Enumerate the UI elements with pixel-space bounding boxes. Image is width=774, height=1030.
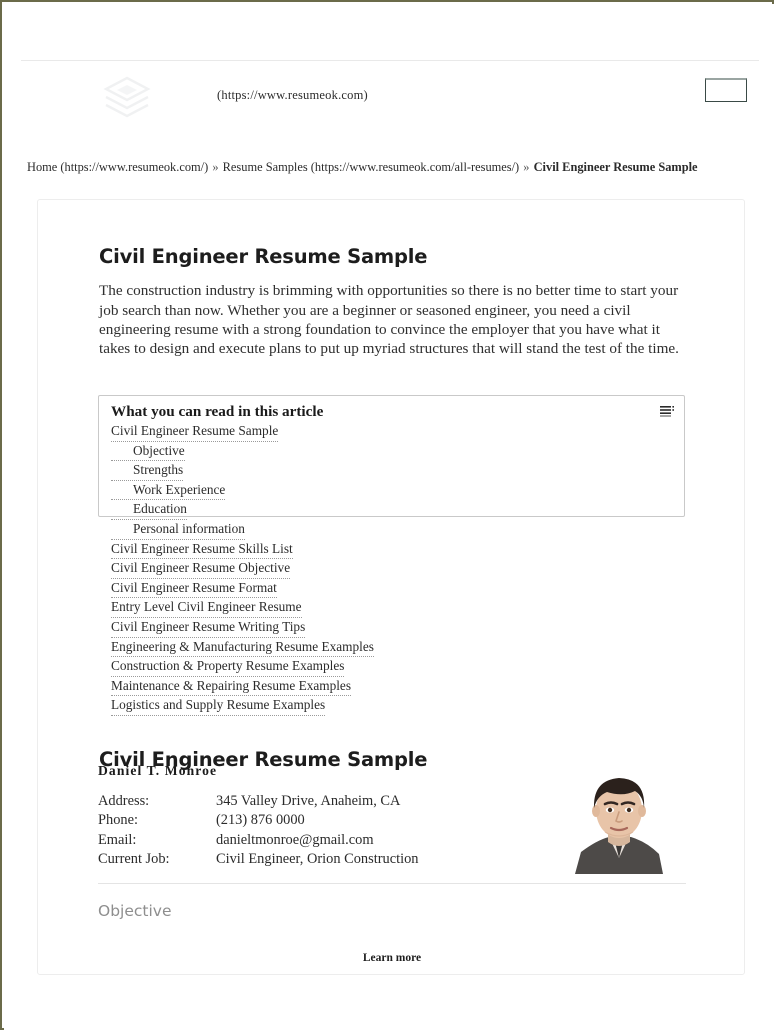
list-item: Civil Engineer Resume Skills List xyxy=(111,540,672,560)
toc-link[interactable]: Work Experience xyxy=(111,481,226,501)
site-header: (https://www.resumeok.com) xyxy=(5,63,773,151)
breadcrumb-separator: » xyxy=(212,160,219,174)
intro-paragraph: The construction industry is brimming wi… xyxy=(99,282,679,358)
list-item: Civil Engineer Resume Sample xyxy=(111,422,672,442)
header-divider xyxy=(21,60,759,61)
toc-link[interactable]: Civil Engineer Resume Sample xyxy=(111,422,279,442)
list-item: Logistics and Supply Resume Examples xyxy=(111,696,672,716)
page-frame: (https://www.resumeok.com) Home (https:/… xyxy=(0,0,774,1030)
site-url-text[interactable]: (https://www.resumeok.com) xyxy=(217,88,368,103)
contact-label: Email: xyxy=(98,831,137,848)
breadcrumb-item-resume-samples[interactable]: Resume Samples (https://www.resumeok.com… xyxy=(223,160,520,174)
contact-label: Current Job: xyxy=(98,851,170,868)
toc-list: Civil Engineer Resume Sample Objective Str… xyxy=(111,422,672,716)
toc-link[interactable]: Construction & Property Resume Examples xyxy=(111,657,345,677)
toc-link[interactable]: Engineering & Manufacturing Resume Examp… xyxy=(111,638,374,658)
avatar xyxy=(549,766,684,874)
contact-row: Current Job: Civil Engineer, Orion Constr… xyxy=(98,850,518,869)
learn-more-link[interactable]: Learn more xyxy=(38,952,746,964)
breadcrumb-item-current: Civil Engineer Resume Sample xyxy=(533,160,698,174)
toc-link[interactable]: Personal information xyxy=(111,520,245,540)
breadcrumb-separator: » xyxy=(523,160,530,174)
toc-link[interactable]: Civil Engineer Resume Format xyxy=(111,579,277,599)
list-item: Education xyxy=(111,500,672,520)
page-title: Civil Engineer Resume Sample xyxy=(99,245,428,269)
toc-link[interactable]: Entry Level Civil Engineer Resume xyxy=(111,598,302,618)
contact-value: Civil Engineer, Orion Construction xyxy=(216,851,419,868)
contact-value: danieltmonroe@gmail.com xyxy=(216,831,374,848)
contact-row: Phone: (213) 876 0000 xyxy=(98,811,518,830)
stacked-layers-logo-icon[interactable] xyxy=(101,71,153,123)
toc-link[interactable]: Logistics and Supply Resume Examples xyxy=(111,696,326,716)
toc-link[interactable]: Civil Engineer Resume Objective xyxy=(111,559,291,579)
list-item: Construction & Property Resume Examples xyxy=(111,657,672,677)
toc-title: What you can read in this article xyxy=(111,403,324,420)
toc-link[interactable]: Civil Engineer Resume Writing Tips xyxy=(111,618,306,638)
toc-link[interactable]: Maintenance & Repairing Resume Examples xyxy=(111,677,352,697)
resume-candidate-name: Daniel T. Monroe xyxy=(98,763,218,778)
list-item: Civil Engineer Resume Objective xyxy=(111,559,672,579)
breadcrumb: Home (https://www.resumeok.com/) » Resum… xyxy=(27,160,737,174)
contact-row: Address: 345 Valley Drive, Anaheim, CA xyxy=(98,792,518,811)
contact-row: Email: danieltmonroe@gmail.com xyxy=(98,831,518,850)
list-item: Work Experience xyxy=(111,481,672,501)
menu-button[interactable] xyxy=(705,78,747,102)
list-item: Maintenance & Repairing Resume Examples xyxy=(111,677,672,697)
contact-value: (213) 876 0000 xyxy=(216,812,305,829)
toc-link[interactable]: Objective xyxy=(111,442,185,462)
page-inner: (https://www.resumeok.com) Home (https:/… xyxy=(4,4,774,1030)
list-item: Entry Level Civil Engineer Resume xyxy=(111,598,672,618)
section-divider xyxy=(98,883,686,884)
list-item: Objective xyxy=(111,442,672,462)
list-item: Engineering & Manufacturing Resume Examp… xyxy=(111,638,672,658)
contact-value: 345 Valley Drive, Anaheim, CA xyxy=(216,793,401,809)
toc-link[interactable]: Strengths xyxy=(111,461,184,481)
list-toggle-icon[interactable] xyxy=(660,406,674,417)
content-card: Civil Engineer Resume Sample The constru… xyxy=(37,199,745,975)
breadcrumb-item-home[interactable]: Home (https://www.resumeok.com/) xyxy=(27,160,208,174)
table-of-contents: What you can read in this article Civil … xyxy=(98,395,685,716)
objective-heading: Objective xyxy=(98,902,172,920)
contact-label: Phone: xyxy=(98,812,138,829)
list-item: Civil Engineer Resume Format xyxy=(111,579,672,599)
list-item: Personal information xyxy=(111,520,672,540)
list-item: Strengths xyxy=(111,461,672,481)
list-item: Civil Engineer Resume Writing Tips xyxy=(111,618,672,638)
resume-contact-list: Address: 345 Valley Drive, Anaheim, CA Pho… xyxy=(98,792,518,870)
toc-link[interactable]: Civil Engineer Resume Skills List xyxy=(111,540,293,560)
contact-label: Address: xyxy=(98,793,150,809)
toc-link[interactable]: Education xyxy=(111,500,187,520)
